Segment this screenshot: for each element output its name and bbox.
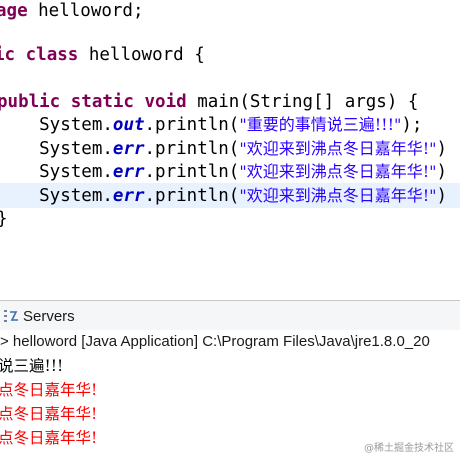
string-literal: "欢迎来到沸点冬日嘉年华!" [239,162,437,181]
keyword: class [25,45,79,65]
keyword: ic [0,45,16,65]
code-line-println-err[interactable]: System.err.println("欢迎来到沸点冬日嘉年华!") [0,160,447,184]
code-line-main-decl[interactable]: public static void main(String[] args) { [0,90,418,114]
code-text: .println( [144,162,240,182]
code-text: ) [436,186,448,206]
console-line-out: 说三遍!!! [0,357,64,375]
code-text: helloword { [78,45,205,65]
code-line-class-decl[interactable]: ic class helloword { [0,43,205,67]
field-err: err [112,186,145,206]
console-line-err: 点冬日嘉年华! [0,405,98,423]
code-line-closing-brace[interactable]: } [0,207,8,231]
code-text: } [0,209,8,229]
tab-servers[interactable]: Servers [4,307,75,327]
code-text: System. [0,162,113,182]
console-header: > helloword [Java Application] C:\Progra… [0,333,430,350]
code-text: ); [401,115,423,135]
console-line-err: 点冬日嘉年华! [0,381,98,399]
code-line-println-out[interactable]: System.out.println("重要的事情说三遍!!!"); [0,113,422,137]
code-text: System. [0,186,113,206]
field-err: err [112,139,145,159]
code-line-println-err[interactable]: System.err.println("欢迎来到沸点冬日嘉年华!") [0,184,447,208]
bottom-panel-tabbar: Servers [0,301,460,330]
field-out: out [112,115,145,135]
code-text: System. [0,139,113,159]
keyword: age [0,1,28,21]
code-text: ) [436,162,448,182]
code-text: .println( [144,115,240,135]
tab-servers-label: Servers [23,308,75,325]
code-line-package[interactable]: age helloword; [0,0,144,23]
string-literal: "欢迎来到沸点冬日嘉年华!" [239,186,437,205]
string-literal: "重要的事情说三遍!!!" [239,115,402,134]
code-text: helloword; [27,1,144,21]
code-text: main(String[] args) { [186,92,419,112]
code-editor[interactable]: age helloword; ic class helloword { publ… [0,0,460,300]
code-text: ) [436,139,448,159]
code-line-println-err[interactable]: System.err.println("欢迎来到沸点冬日嘉年华!") [0,137,447,161]
watermark: @稀土掘金技术社区 [364,443,454,454]
string-literal: "欢迎来到沸点冬日嘉年华!" [239,139,437,158]
code-text: .println( [144,139,240,159]
field-err: err [112,162,145,182]
servers-icon [4,309,20,323]
keyword: public static void [0,92,187,112]
console-line-err: 点冬日嘉年华! [0,429,98,447]
code-text: System. [0,115,113,135]
code-text: .println( [144,186,240,206]
